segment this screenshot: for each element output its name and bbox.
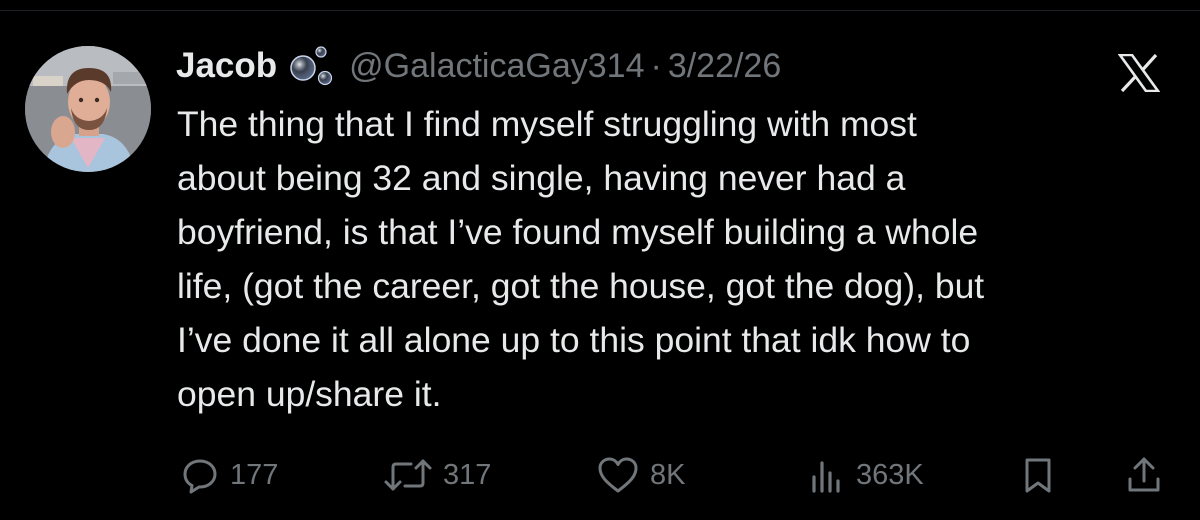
- bubbles-icon: [287, 42, 337, 90]
- top-divider: [0, 10, 1200, 11]
- action-bar: 177 317 8K 363K: [0, 450, 1200, 500]
- tweet-text-line: The thing that I find myself struggling …: [177, 104, 917, 144]
- author-handle[interactable]: @GalacticaGay314: [349, 47, 644, 86]
- view-count: 363K: [856, 458, 924, 491]
- share-button[interactable]: [1124, 450, 1164, 500]
- tweet-text: The thing that I find myself struggling …: [177, 97, 1177, 421]
- views-button[interactable]: 363K: [806, 450, 924, 500]
- repost-count: 317: [443, 458, 492, 491]
- tweet-header: Jacob @GalacticaGay314 · 3/22/26: [176, 38, 781, 94]
- tweet-text-line: life, (got the career, got the house, go…: [177, 266, 985, 306]
- repost-button[interactable]: 317: [383, 450, 491, 500]
- x-logo-icon: [1117, 53, 1161, 93]
- bookmark-icon: [1020, 455, 1056, 495]
- like-button[interactable]: 8K: [596, 450, 685, 500]
- tweet-text-line: boyfriend, is that I’ve found myself bui…: [177, 212, 979, 252]
- tweet-date[interactable]: 3/22/26: [668, 47, 781, 86]
- repost-icon: [383, 455, 433, 495]
- reply-count: 177: [230, 458, 279, 491]
- views-icon: [806, 455, 846, 495]
- share-icon: [1124, 455, 1164, 495]
- tweet-text-line: I’ve done it all alone up to this point …: [177, 320, 971, 360]
- bookmark-button[interactable]: [1020, 450, 1056, 500]
- heart-icon: [596, 455, 640, 495]
- separator-dot: ·: [650, 46, 662, 85]
- tweet-text-line: about being 32 and single, having never …: [177, 158, 906, 198]
- like-count: 8K: [650, 458, 686, 491]
- avatar[interactable]: [25, 46, 151, 172]
- tweet-text-line: open up/share it.: [177, 374, 442, 414]
- reply-button[interactable]: 177: [180, 450, 278, 500]
- reply-icon: [180, 455, 220, 495]
- author-name[interactable]: Jacob: [176, 46, 277, 86]
